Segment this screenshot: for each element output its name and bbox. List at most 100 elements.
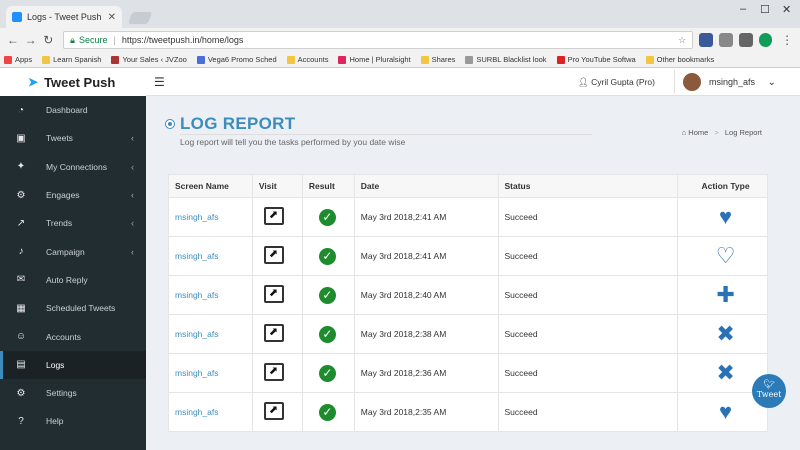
sidebar-item-dashboard[interactable]: ◔ Dashboard bbox=[0, 96, 146, 124]
bookmark-item[interactable]: Your Sales ‹ JVZoo bbox=[111, 55, 187, 64]
table-row: msingh_afs ✓ May 3rd 2018,2:40 AMSucceed ✚ bbox=[168, 275, 768, 315]
hamburger-menu-icon[interactable]: ☰ bbox=[154, 75, 165, 89]
extension-icon[interactable] bbox=[758, 33, 773, 47]
title-dot-icon bbox=[166, 120, 174, 128]
bookmark-item[interactable]: Vega6 Promo Sched bbox=[196, 55, 277, 64]
bookmark-item[interactable]: Learn Spanish bbox=[42, 55, 101, 64]
bookmark-item[interactable]: Other bookmarks bbox=[645, 55, 714, 64]
bookmark-item[interactable]: Home | Pluralsight bbox=[338, 55, 411, 64]
sidebar-item-icon: ✉ bbox=[16, 274, 26, 286]
extension-icon[interactable] bbox=[738, 33, 753, 47]
reload-icon[interactable]: ↻ bbox=[39, 33, 57, 47]
bookmark-item[interactable]: SURBL Blacklist look bbox=[465, 55, 547, 64]
window-close-icon[interactable]: ✕ bbox=[782, 3, 791, 16]
bookmark-star-icon[interactable]: ☆ bbox=[678, 35, 686, 46]
visit-link-icon[interactable] bbox=[263, 207, 284, 225]
screen-name-link[interactable]: msingh_afs bbox=[168, 392, 253, 432]
sidebar-item-my-connections[interactable]: ✦ My Connections ‹ bbox=[0, 153, 146, 181]
check-success-icon: ✓ bbox=[318, 247, 336, 265]
breadcrumb: ⌂ Home > Log Report bbox=[682, 128, 762, 137]
column-header: Screen Name bbox=[168, 174, 253, 198]
pro-user-label[interactable]: 👤︎ Cyril Gupta (Pro) bbox=[578, 77, 655, 88]
sidebar-item-label: My Connections bbox=[46, 161, 107, 172]
result-cell: ✓ bbox=[301, 275, 355, 315]
breadcrumb-home[interactable]: Home bbox=[688, 128, 708, 137]
bookmark-label: Shares bbox=[431, 55, 456, 64]
date-cell: May 3rd 2018,2:40 AM bbox=[353, 275, 499, 315]
sidebar-item-tweets[interactable]: ▣ Tweets ‹ bbox=[0, 124, 146, 152]
visit-link-icon[interactable] bbox=[263, 246, 284, 264]
secure-label: Secure bbox=[78, 35, 108, 45]
visit-link-icon[interactable] bbox=[263, 402, 284, 420]
visit-link-icon[interactable] bbox=[263, 324, 284, 342]
sidebar: ➤ Tweet Push ◔ Dashboard ▣ Tweets ‹ ✦ My Conne… bbox=[0, 68, 146, 450]
sidebar-item-settings[interactable]: ⚙ Settings bbox=[0, 379, 146, 407]
screen-name-link[interactable]: msingh_afs bbox=[168, 197, 253, 237]
screen-name-link[interactable]: msingh_afs bbox=[168, 275, 253, 315]
bookmark-folder-icon bbox=[4, 55, 12, 64]
sidebar-item-auto-reply[interactable]: ✉ Auto Reply bbox=[0, 266, 146, 294]
action-type-icon: ✚ bbox=[716, 282, 735, 307]
sidebar-item-campaign[interactable]: ♪ Campaign ‹ bbox=[0, 237, 146, 265]
visit-cell bbox=[251, 353, 303, 393]
extension-icon[interactable] bbox=[699, 33, 713, 47]
sidebar-item-trends[interactable]: ↗ Trends ‹ bbox=[0, 209, 146, 237]
sidebar-item-icon: ▤ bbox=[16, 359, 26, 371]
sidebar-item-scheduled-tweets[interactable]: ▦ Scheduled Tweets bbox=[0, 294, 146, 322]
pro-user-text: Cyril Gupta (Pro) bbox=[591, 77, 655, 87]
tweet-button[interactable]: 🐦︎ Tweet bbox=[752, 374, 786, 408]
bookmark-item[interactable]: Accounts bbox=[286, 55, 329, 64]
bookmark-folder-icon bbox=[465, 55, 474, 64]
brand-name: Tweet Push bbox=[44, 74, 116, 90]
bookmark-item[interactable]: Pro YouTube Softwa bbox=[556, 55, 636, 64]
check-success-icon: ✓ bbox=[318, 208, 336, 226]
page-title: LOG REPORT bbox=[180, 114, 296, 133]
visit-cell bbox=[251, 392, 303, 432]
url-text: https://tweetpush.in/home/logs bbox=[121, 35, 244, 45]
brand-logo[interactable]: ➤ Tweet Push bbox=[0, 68, 146, 96]
url-separator: | bbox=[113, 35, 116, 45]
tab-close-icon[interactable]: ✕ bbox=[108, 12, 116, 23]
maximize-icon[interactable]: ☐ bbox=[760, 3, 770, 16]
menu-dots-icon[interactable]: ⋮ bbox=[778, 33, 796, 47]
account-name: msingh_afs bbox=[709, 77, 756, 87]
bookmark-folder-icon bbox=[556, 55, 565, 64]
sidebar-item-label: Auto Reply bbox=[46, 274, 88, 285]
browser-tab[interactable]: Logs - Tweet Push ✕ bbox=[6, 6, 122, 28]
extension-icon[interactable] bbox=[718, 33, 733, 47]
check-success-icon: ✓ bbox=[318, 325, 336, 343]
screen-name-link[interactable]: msingh_afs bbox=[168, 236, 253, 276]
status-cell: Succeed bbox=[497, 236, 679, 276]
action-type-icon: ♥ bbox=[719, 204, 733, 229]
sidebar-item-label: Engages bbox=[46, 190, 80, 201]
new-tab-button[interactable] bbox=[127, 12, 153, 24]
bookmark-item[interactable]: Shares bbox=[420, 55, 456, 64]
check-success-icon: ✓ bbox=[318, 364, 336, 382]
bookmark-label: Accounts bbox=[297, 55, 329, 64]
bookmark-label: Home | Pluralsight bbox=[349, 55, 411, 64]
visit-link-icon[interactable] bbox=[263, 285, 284, 303]
column-header: Status bbox=[497, 174, 679, 198]
url-field[interactable]: 🔒︎ Secure | https://tweetpush.in/home/lo… bbox=[63, 31, 694, 49]
chevron-left-icon: ‹ bbox=[131, 190, 134, 201]
minimize-icon[interactable]: – bbox=[740, 3, 746, 15]
sidebar-item-logs[interactable]: ▤ Logs bbox=[0, 350, 146, 380]
column-header: Visit bbox=[251, 174, 303, 198]
status-cell: Succeed bbox=[497, 275, 679, 315]
sidebar-item-label: Settings bbox=[46, 388, 77, 399]
visit-link-icon[interactable] bbox=[263, 363, 284, 381]
sidebar-item-accounts[interactable]: ☺ Accounts bbox=[0, 322, 146, 350]
bookmark-item[interactable]: Apps bbox=[4, 55, 32, 64]
screen-name-link[interactable]: msingh_afs bbox=[168, 353, 253, 393]
avatar bbox=[683, 73, 701, 91]
main-content: LOG REPORT Log report will tell you the … bbox=[146, 96, 800, 450]
sidebar-item-help[interactable]: ? Help bbox=[0, 407, 146, 435]
visit-cell bbox=[251, 197, 303, 237]
back-icon[interactable]: ← bbox=[4, 33, 22, 47]
forward-icon[interactable]: → bbox=[22, 33, 40, 47]
top-navbar: ☰ 👤︎ Cyril Gupta (Pro) msingh_afs ⌄ bbox=[146, 68, 800, 96]
screen-name-link[interactable]: msingh_afs bbox=[168, 314, 253, 354]
sidebar-item-icon: ☺ bbox=[15, 331, 27, 343]
account-dropdown[interactable]: msingh_afs ⌄ bbox=[674, 70, 784, 94]
sidebar-item-engages[interactable]: ⚙ Engages ‹ bbox=[0, 181, 146, 209]
